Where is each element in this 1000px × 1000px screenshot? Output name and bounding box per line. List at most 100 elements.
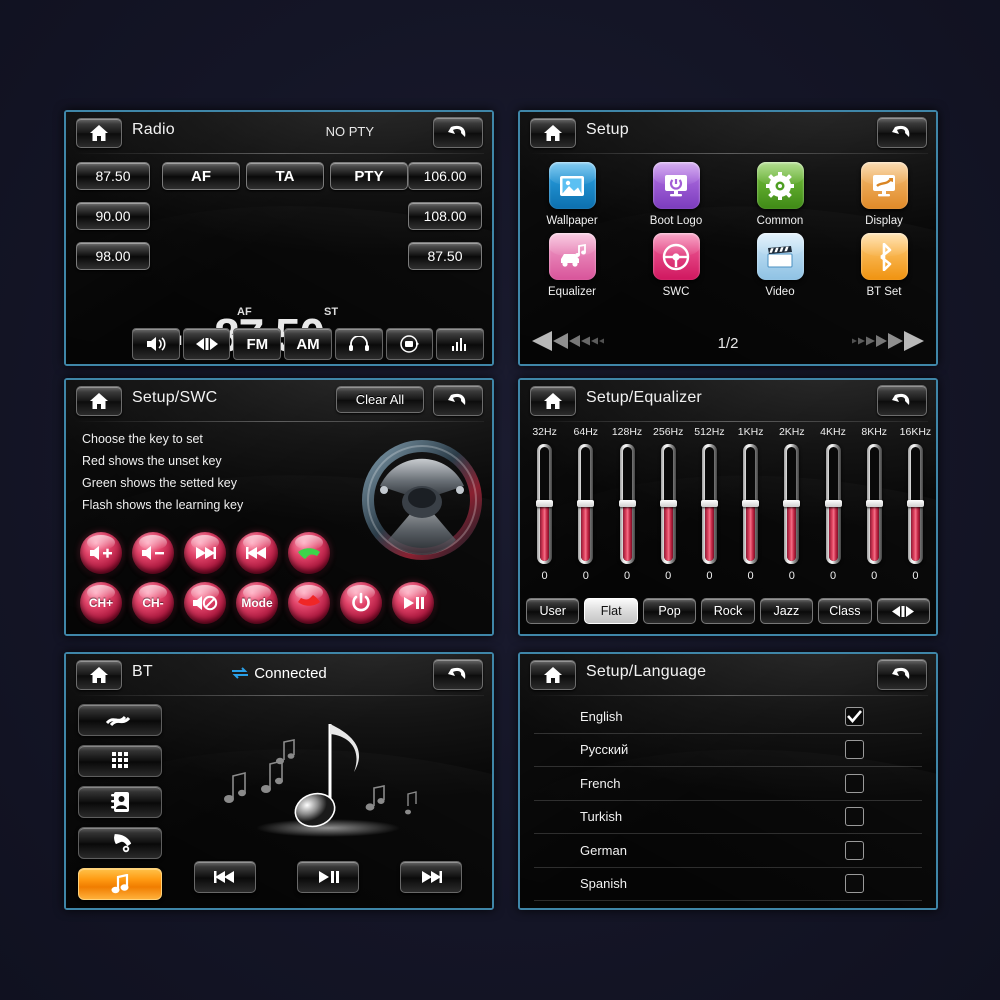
back-button[interactable]: [877, 659, 927, 690]
equalizer-button[interactable]: [436, 328, 485, 360]
eq-preset-flat[interactable]: Flat: [584, 598, 638, 624]
eq-handle[interactable]: [659, 500, 677, 507]
eq-track[interactable]: [536, 444, 554, 564]
back-button[interactable]: [433, 117, 483, 148]
eq-slider-128Hz[interactable]: 0: [606, 444, 647, 582]
language-row[interactable]: German: [534, 834, 922, 868]
language-checkbox[interactable]: [845, 773, 864, 793]
back-button[interactable]: [433, 659, 483, 690]
eq-handle[interactable]: [700, 500, 718, 507]
language-row[interactable]: Spanish: [534, 868, 922, 901]
eq-preset-rock[interactable]: Rock: [701, 598, 755, 624]
eq-preset-user[interactable]: User: [526, 598, 580, 624]
preset-right-3[interactable]: 87.50: [408, 242, 482, 270]
eq-track[interactable]: [824, 444, 842, 564]
seek-button[interactable]: [182, 328, 231, 360]
af-button[interactable]: AF: [162, 162, 240, 190]
eq-slider-4KHz[interactable]: 0: [812, 444, 853, 582]
pty-button[interactable]: PTY: [330, 162, 408, 190]
eq-slider-512Hz[interactable]: 0: [689, 444, 730, 582]
eq-slider-1KHz[interactable]: 0: [730, 444, 771, 582]
eq-preset-pop[interactable]: Pop: [642, 598, 697, 624]
swc-key-prev-track[interactable]: [236, 532, 278, 574]
bt-call-history-button[interactable]: [78, 827, 162, 859]
language-checkbox[interactable]: [845, 706, 864, 726]
language-checkbox[interactable]: [845, 840, 864, 860]
home-button[interactable]: [530, 660, 576, 690]
language-row[interactable]: English: [534, 700, 922, 734]
setup-item-equalizer[interactable]: Equalizer: [520, 227, 624, 298]
eq-preset-jazz[interactable]: Jazz: [759, 598, 814, 624]
preset-left-1[interactable]: 87.50: [76, 162, 150, 190]
eq-handle[interactable]: [618, 500, 636, 507]
swc-key-play-pause[interactable]: [392, 582, 434, 624]
swc-key-phone-hangup[interactable]: [288, 582, 330, 624]
bt-contacts-button[interactable]: [78, 786, 162, 818]
eq-handle[interactable]: [536, 500, 554, 507]
setup-item-wallpaper[interactable]: Wallpaper: [520, 156, 624, 227]
eq-preset-class[interactable]: Class: [818, 598, 872, 624]
setup-item-swc[interactable]: SWC: [624, 227, 728, 298]
setup-item-common[interactable]: Common: [728, 156, 832, 227]
am-button[interactable]: AM: [284, 328, 332, 360]
preset-left-2[interactable]: 90.00: [76, 202, 150, 230]
clear-all-button[interactable]: Clear All: [336, 386, 424, 413]
eq-slider-8KHz[interactable]: 0: [854, 444, 895, 582]
ta-button[interactable]: TA: [246, 162, 324, 190]
swc-key-power[interactable]: [340, 582, 382, 624]
swc-key-volume-up[interactable]: [80, 532, 122, 574]
eq-track[interactable]: [783, 444, 801, 564]
setup-item-bt-set[interactable]: BT Set: [832, 227, 936, 298]
swc-key-mode[interactable]: Mode: [236, 582, 278, 624]
volume-button[interactable]: [132, 328, 180, 360]
eq-handle[interactable]: [783, 500, 801, 507]
eq-handle[interactable]: [824, 500, 842, 507]
home-button[interactable]: [530, 118, 576, 148]
language-checkbox[interactable]: [845, 807, 864, 827]
eq-track[interactable]: [865, 444, 883, 564]
eq-handle[interactable]: [865, 500, 883, 507]
swc-key-next-track[interactable]: [184, 532, 226, 574]
bt-next-button[interactable]: [399, 861, 462, 893]
headphone-button[interactable]: [334, 328, 383, 360]
eq-slider-2KHz[interactable]: 0: [771, 444, 812, 582]
eq-track[interactable]: [906, 444, 924, 564]
bt-music-button[interactable]: [78, 868, 162, 900]
swc-key-phone-answer[interactable]: [288, 532, 330, 574]
swc-key-channel-down[interactable]: CH-: [132, 582, 174, 624]
bt-prev-button[interactable]: [194, 861, 257, 893]
eq-track[interactable]: [618, 444, 636, 564]
eq-balance-button[interactable]: [876, 598, 930, 624]
language-checkbox[interactable]: [845, 740, 864, 760]
setup-item-video[interactable]: Video: [728, 227, 832, 298]
bt-pair-button[interactable]: [78, 704, 162, 736]
home-button[interactable]: [76, 386, 122, 416]
eq-slider-32Hz[interactable]: 0: [524, 444, 565, 582]
home-button[interactable]: [530, 386, 576, 416]
eq-track[interactable]: [577, 444, 595, 564]
preset-right-2[interactable]: 108.00: [408, 202, 482, 230]
eq-slider-256Hz[interactable]: 0: [648, 444, 689, 582]
eq-track[interactable]: [700, 444, 718, 564]
preset-right-1[interactable]: 106.00: [408, 162, 482, 190]
scan-button[interactable]: [385, 328, 434, 360]
eq-handle[interactable]: [906, 500, 924, 507]
swc-key-mute[interactable]: [184, 582, 226, 624]
back-button[interactable]: [433, 385, 483, 416]
language-row[interactable]: Русский: [534, 734, 922, 767]
home-button[interactable]: [76, 118, 122, 148]
language-checkbox[interactable]: [845, 874, 864, 894]
eq-track[interactable]: [659, 444, 677, 564]
eq-slider-16KHz[interactable]: 0: [895, 444, 936, 582]
language-row[interactable]: French: [534, 767, 922, 801]
bt-keypad-button[interactable]: [78, 745, 162, 777]
preset-left-3[interactable]: 98.00: [76, 242, 150, 270]
fm-button[interactable]: FM: [233, 328, 282, 360]
bt-play-pause-button[interactable]: [296, 861, 359, 893]
setup-item-display[interactable]: Display: [832, 156, 936, 227]
eq-track[interactable]: [742, 444, 760, 564]
swc-key-channel-up[interactable]: CH+: [80, 582, 122, 624]
setup-item-boot-logo[interactable]: Boot Logo: [624, 156, 728, 227]
eq-slider-64Hz[interactable]: 0: [565, 444, 606, 582]
eq-handle[interactable]: [742, 500, 760, 507]
